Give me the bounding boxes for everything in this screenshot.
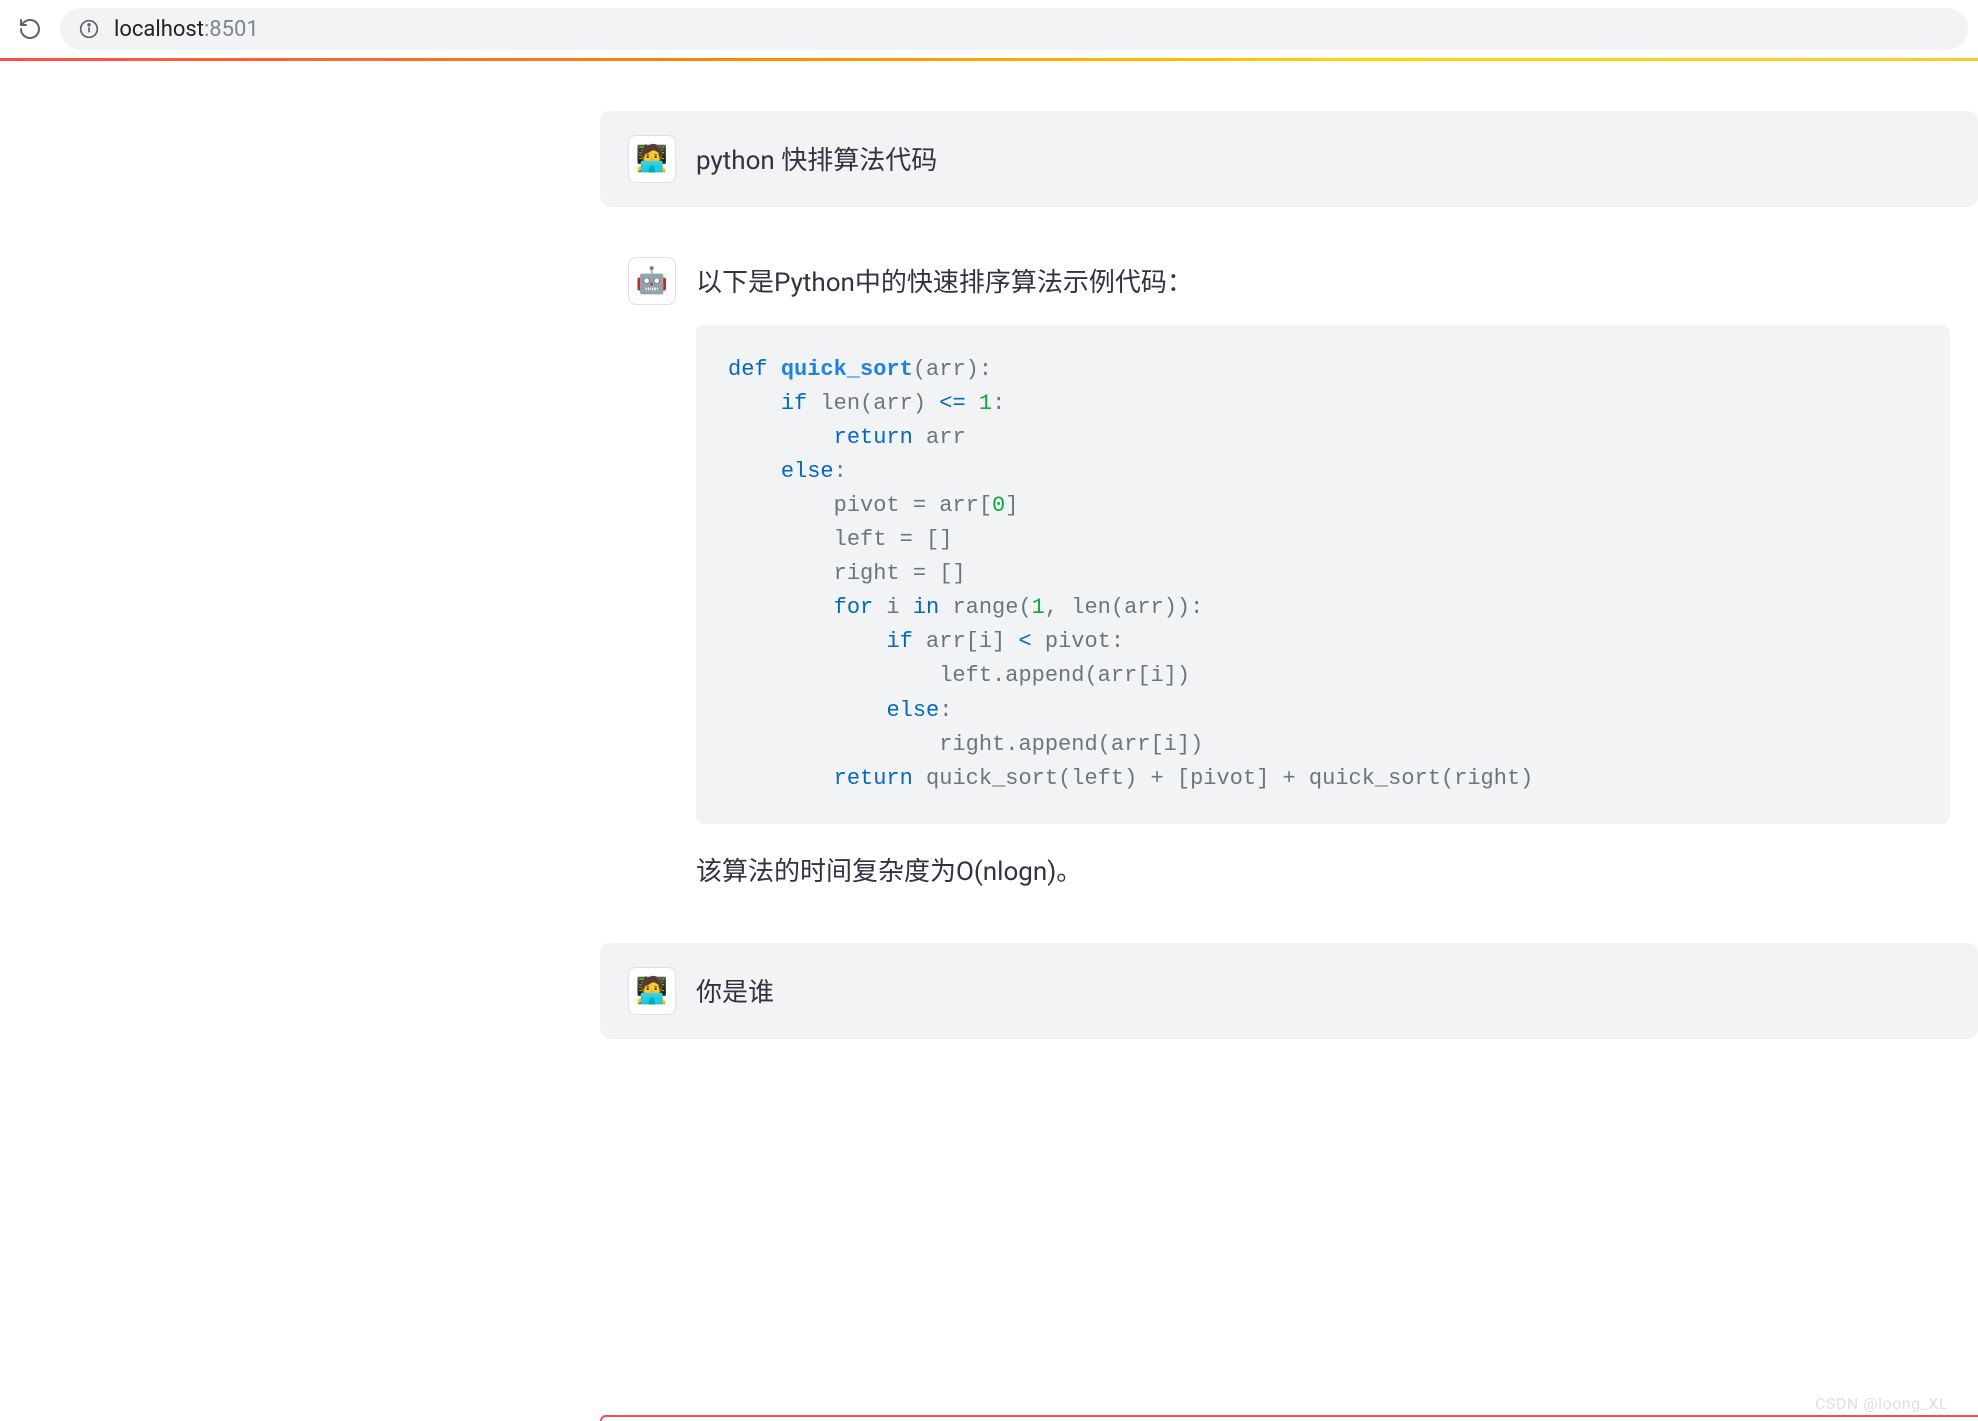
avatar: 🤖 [628,257,676,305]
avatar: 🧑‍💻 [628,135,676,183]
code-block[interactable]: def quick_sort(arr): if len(arr) <= 1: r… [696,325,1950,824]
reload-button[interactable] [10,9,50,49]
chat-message-assistant: 🤖 以下是Python中的快速排序算法示例代码： def quick_sort(… [600,233,1978,917]
reload-icon [18,17,42,41]
url-port: :8501 [204,17,259,42]
info-icon [79,19,99,39]
bot-avatar-icon: 🤖 [636,266,668,296]
url-text: localhost:8501 [114,17,259,42]
user-avatar-icon: 🧑‍💻 [636,144,668,174]
message-content: 你是谁 [696,967,1950,1015]
user-avatar-icon: 🧑‍💻 [636,976,668,1006]
watermark: CSDN @loong_XL [1815,1394,1948,1413]
site-info-icon[interactable] [78,18,100,40]
address-bar[interactable]: localhost:8501 [60,8,1968,50]
chat-message-user: 🧑‍💻 你是谁 [600,943,1978,1039]
chat-container: 🧑‍💻 python 快排算法代码 🤖 以下是Python中的快速排序算法示例代… [600,111,1978,1039]
message-content: python 快排算法代码 [696,135,1950,183]
bottom-accent [600,1415,1978,1421]
chat-message-user: 🧑‍💻 python 快排算法代码 [600,111,1978,207]
message-outro: 该算法的时间复杂度为O(nlogn)。 [696,852,1950,894]
app-body: 🧑‍💻 python 快排算法代码 🤖 以下是Python中的快速排序算法示例代… [0,61,1978,1039]
browser-toolbar: localhost:8501 [0,0,1978,58]
url-host: localhost [114,17,204,42]
message-text: python 快排算法代码 [696,141,1950,183]
avatar: 🧑‍💻 [628,967,676,1015]
message-content: 以下是Python中的快速排序算法示例代码： def quick_sort(ar… [696,257,1950,893]
message-intro: 以下是Python中的快速排序算法示例代码： [696,263,1950,305]
message-text: 你是谁 [696,973,1950,1015]
